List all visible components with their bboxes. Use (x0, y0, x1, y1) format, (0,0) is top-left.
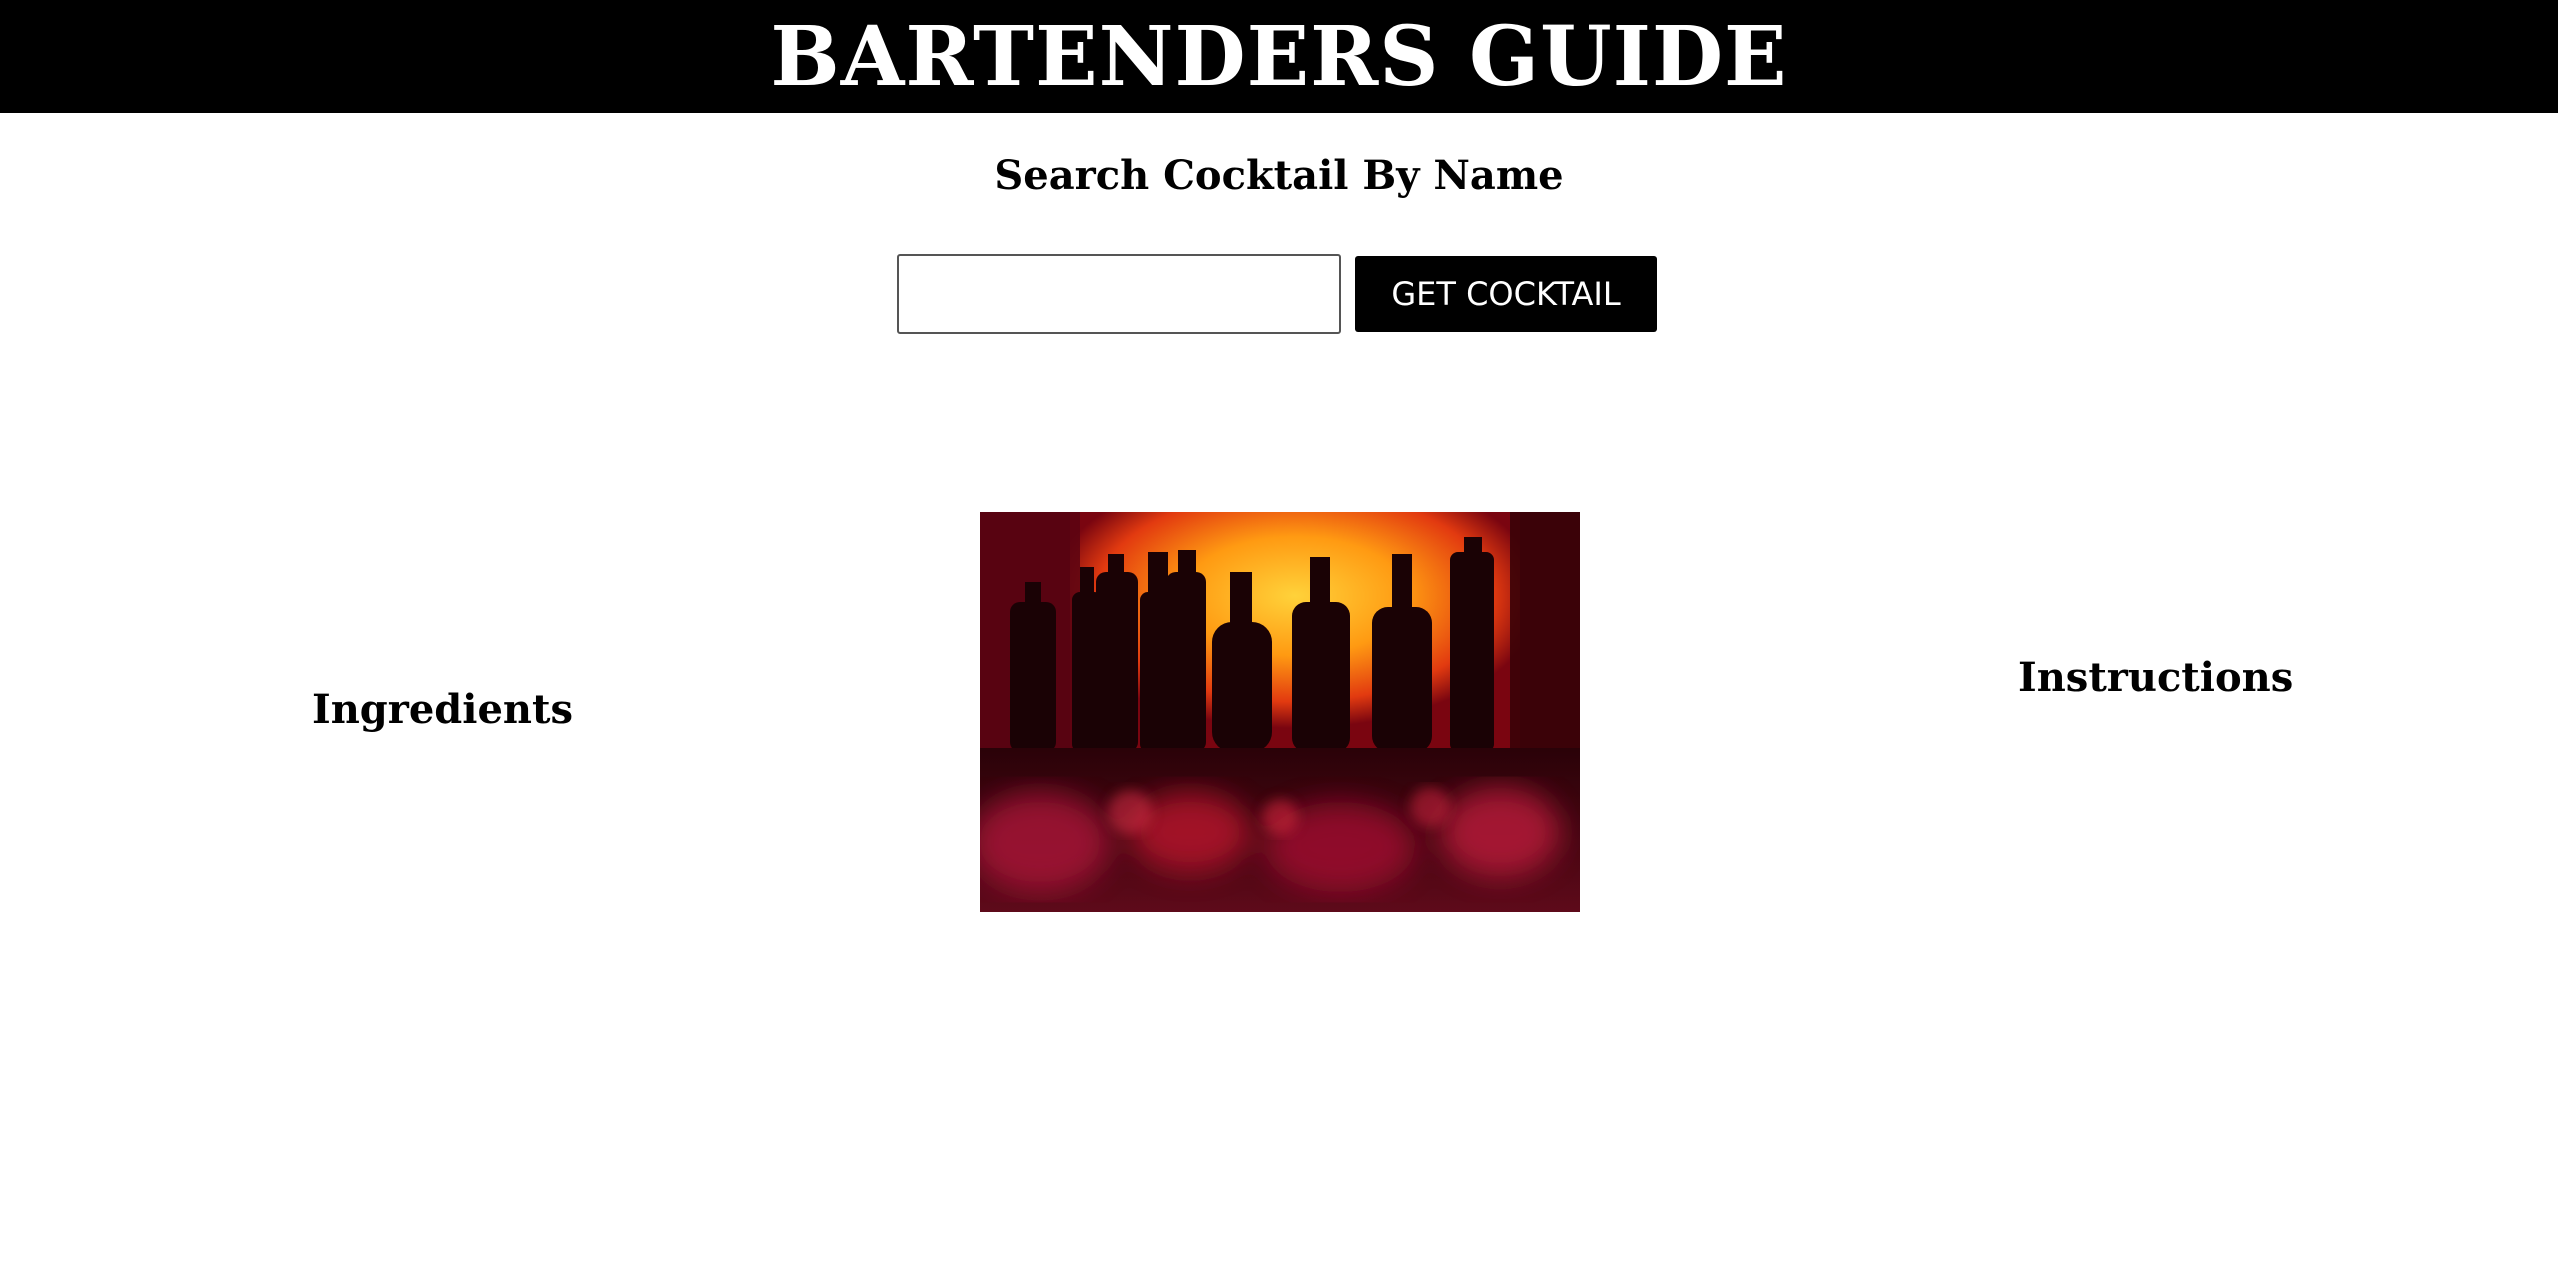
cocktail-search-input[interactable] (897, 254, 1341, 334)
search-form: GET COCKTAIL (897, 252, 1657, 336)
site-title: BARTENDERS GUIDE (770, 8, 1788, 105)
cocktail-image (980, 512, 1580, 912)
get-cocktail-button[interactable]: GET COCKTAIL (1355, 256, 1657, 332)
site-header: BARTENDERS GUIDE (0, 0, 2558, 113)
ingredients-heading: Ingredients (312, 686, 573, 733)
page: BARTENDERS GUIDE Search Cocktail By Name… (0, 0, 2558, 1286)
search-heading: Search Cocktail By Name (994, 152, 1564, 199)
instructions-heading: Instructions (2018, 654, 2294, 701)
